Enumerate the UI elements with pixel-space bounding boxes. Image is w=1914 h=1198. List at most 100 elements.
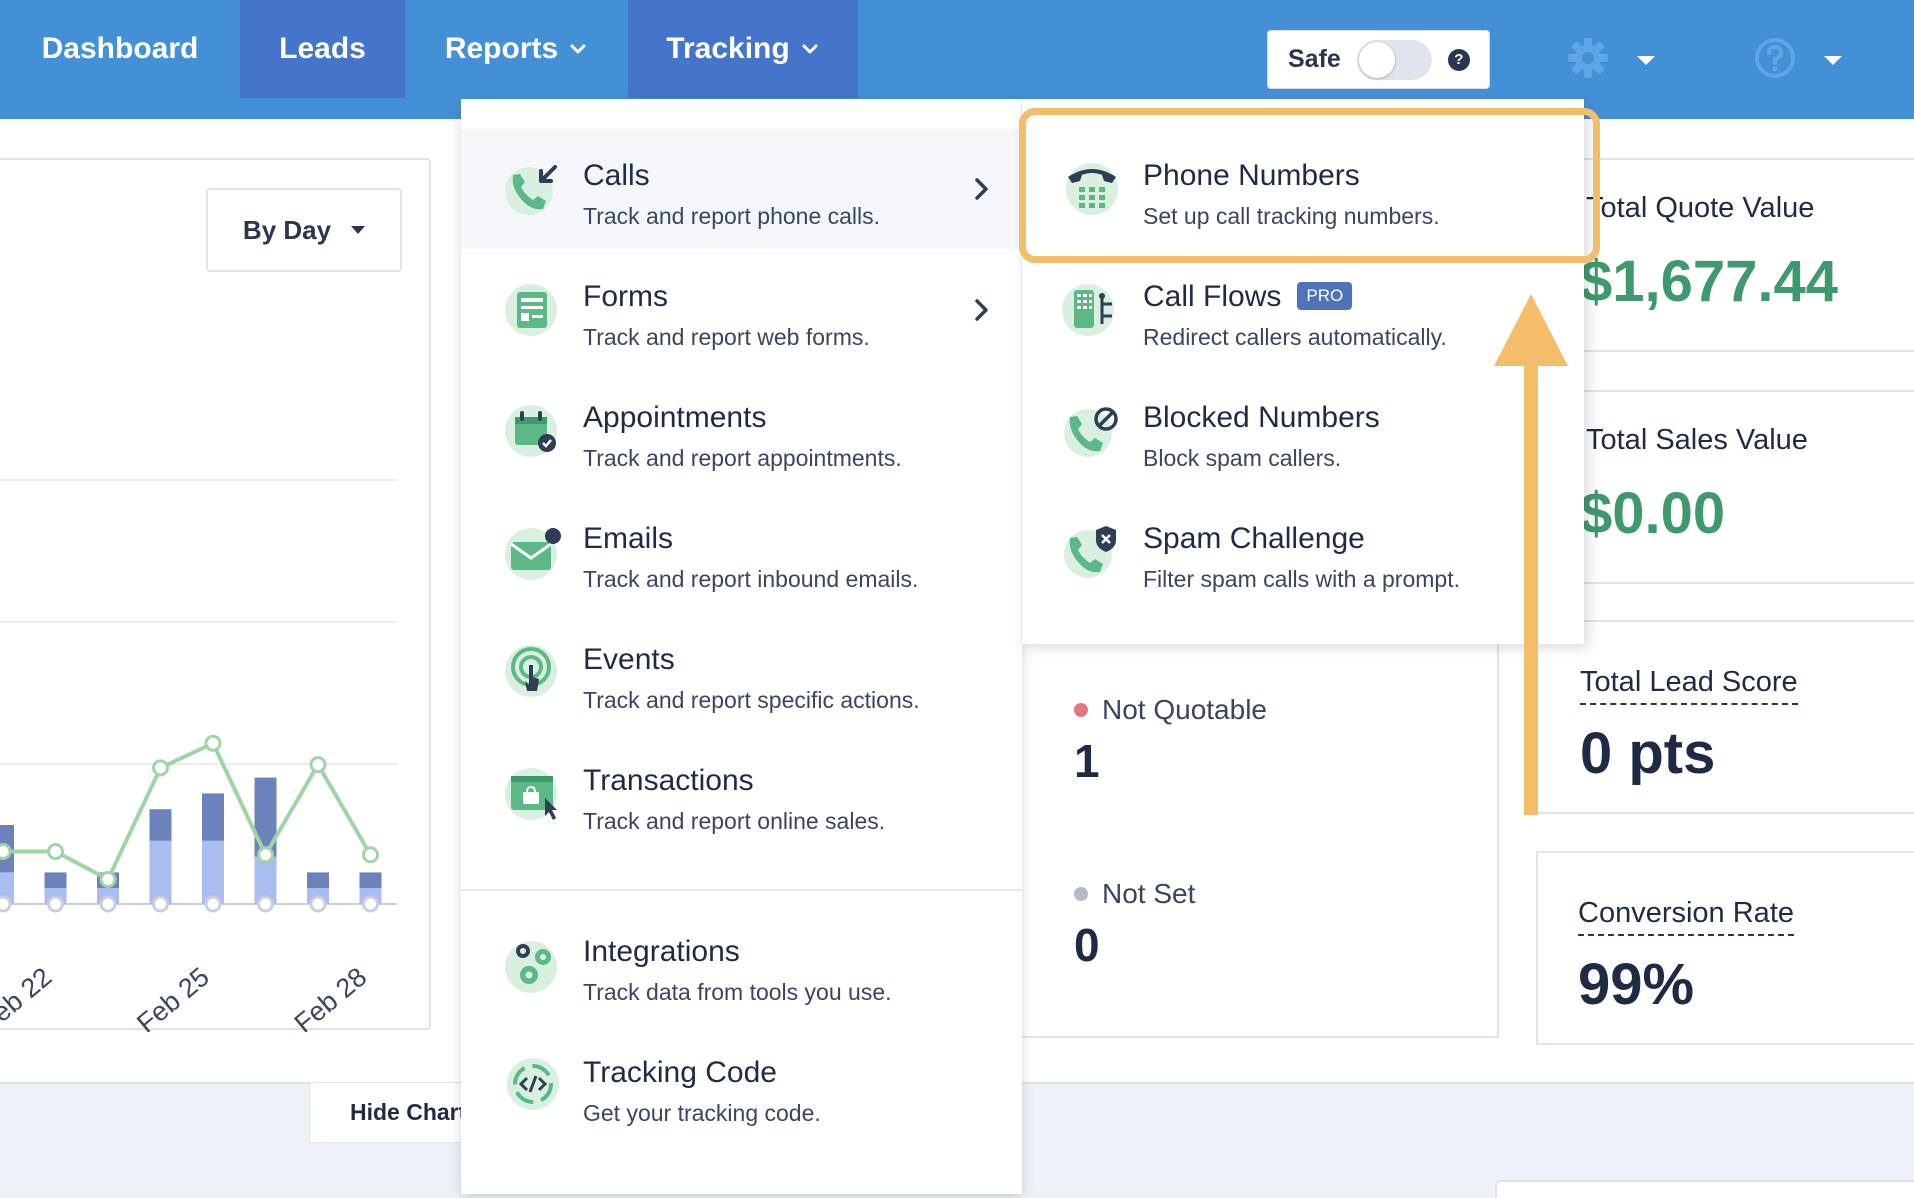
menu-item-title: Integrations: [583, 935, 740, 968]
nav-tracking[interactable]: Tracking: [628, 0, 858, 98]
pro-badge: PRO: [1297, 282, 1353, 310]
toggle-knob: [1358, 41, 1395, 78]
nav-leads-label: Leads: [279, 32, 366, 65]
envelope-icon: [505, 528, 561, 580]
arrow-up-icon: [1494, 294, 1568, 815]
nav-reports[interactable]: Reports: [405, 0, 628, 98]
menu-item-emails[interactable]: Emails Track and report inbound emails.: [461, 492, 1022, 612]
tap-target-icon: [505, 645, 557, 697]
call-flow-icon: [1062, 284, 1114, 336]
safe-mode-control: Safe ?: [1267, 30, 1490, 89]
leads-chart-card: Feb 22 Feb 25 Feb 28: [0, 158, 431, 1032]
phone-incoming-icon: [505, 165, 557, 215]
stat-value: 0 pts: [1580, 721, 1716, 786]
stat-value: $1,677.44: [1580, 249, 1839, 314]
menu-item-integrations[interactable]: Integrations Track data from tools you u…: [461, 905, 1022, 1025]
quote-label: Not Set: [1102, 878, 1196, 909]
x-tick-label: Feb 28: [289, 962, 373, 1032]
phone-blocked-icon: [1064, 407, 1118, 457]
caret-down-icon: [351, 226, 366, 234]
menu-item-subtitle: Track and report online sales.: [583, 808, 886, 834]
baseline-point: [362, 895, 379, 913]
menu-item-title: Forms: [583, 280, 668, 313]
menu-divider: [461, 889, 1022, 891]
menu-item-forms[interactable]: Forms Track and report web forms.: [461, 250, 1022, 370]
chevron-right-icon: [975, 178, 988, 200]
menu-item-title: Calls: [583, 159, 650, 192]
help-caret-icon[interactable]: [1824, 56, 1842, 65]
bar-segment-top: [44, 872, 67, 889]
safe-mode-label: Safe: [1288, 45, 1341, 73]
menu-item-tracking-code[interactable]: Tracking Code Get your tracking code.: [461, 1026, 1022, 1146]
quote-value: 0: [1074, 919, 1100, 971]
safe-mode-toggle[interactable]: [1356, 39, 1432, 80]
gear-icon[interactable]: [1566, 36, 1610, 80]
stat-value: $0.00: [1580, 481, 1726, 546]
menu-item-subtitle: Track data from tools you use.: [583, 979, 892, 1005]
baseline-point: [204, 895, 222, 913]
menu-item-title: Tracking Code: [583, 1056, 777, 1089]
hide-chart-button[interactable]: Hide Chart: [309, 1083, 469, 1143]
nav-reports-label: Reports: [444, 32, 559, 65]
quote-breakdown-card: Not Quotable 1 Not Set 0: [1020, 640, 1499, 1038]
by-day-dropdown[interactable]: By Day: [206, 188, 402, 272]
submenu-item-subtitle: Block spam callers.: [1143, 445, 1342, 471]
safe-mode-help-icon[interactable]: ?: [1447, 48, 1470, 71]
nav-dashboard[interactable]: Dashboard: [0, 0, 240, 98]
baseline-point: [0, 895, 12, 913]
trend-point: [362, 846, 379, 864]
trend-point: [204, 734, 222, 752]
trend-point: [257, 846, 274, 864]
menu-item-appointments[interactable]: Appointments Track and report appointmen…: [461, 371, 1022, 491]
settings-caret-icon[interactable]: [1637, 56, 1655, 65]
status-dot: [1074, 703, 1088, 717]
submenu-item-subtitle: Redirect callers automatically.: [1143, 324, 1447, 350]
chevron-right-icon: [975, 299, 988, 321]
hide-chart-label: Hide Chart: [350, 1099, 467, 1125]
trend-point: [47, 843, 64, 861]
shopping-bag-icon: [505, 768, 557, 820]
submenu-item-title: Spam Challenge: [1143, 522, 1365, 555]
quote-row-not-set: Not Set: [1074, 878, 1195, 910]
quote-value: 1: [1074, 735, 1100, 787]
stat-label: Total Sales Value: [1586, 424, 1808, 456]
nav-leads[interactable]: Leads: [240, 0, 405, 98]
menu-item-events[interactable]: Events Track and report specific actions…: [461, 613, 1022, 733]
phone-numbers-highlight: [1019, 108, 1600, 263]
call-flows-title: Call Flows: [1143, 280, 1282, 313]
bar-segment-top: [359, 872, 382, 889]
baseline-point: [257, 895, 274, 913]
submenu-item-subtitle: Filter spam calls with a prompt.: [1143, 566, 1460, 592]
menu-item-subtitle: Get your tracking code.: [583, 1100, 821, 1126]
stat-label[interactable]: Total Lead Score: [1580, 666, 1798, 705]
help-circle-icon[interactable]: [1753, 36, 1797, 80]
trend-point: [0, 843, 12, 861]
menu-item-calls[interactable]: Calls Track and report phone calls.: [461, 129, 1022, 249]
submenu-item-title: Call Flows PRO: [1143, 280, 1353, 314]
phone-shield-icon: [1064, 526, 1116, 578]
stat-total-lead-score: Total Lead Score 0 pts: [1536, 620, 1914, 814]
chevron-down-icon: [802, 44, 818, 54]
menu-item-subtitle: Track and report appointments.: [583, 445, 902, 471]
menu-item-subtitle: Track and report phone calls.: [583, 203, 881, 229]
form-icon: [505, 284, 557, 336]
code-icon: [507, 1058, 559, 1110]
menu-item-transactions[interactable]: Transactions Track and report online sal…: [461, 734, 1022, 854]
trend-point: [152, 759, 169, 777]
leads-chart: Feb 22 Feb 25 Feb 28: [0, 479, 397, 1032]
trend-point: [99, 870, 117, 888]
quote-label: Not Quotable: [1102, 694, 1267, 725]
bar-segment-top: [307, 872, 329, 889]
chevron-down-icon: [570, 44, 586, 54]
status-dot: [1074, 887, 1088, 901]
tracking-menu: Calls Track and report phone calls. Form…: [461, 99, 1022, 1194]
bar-segment-top: [202, 793, 224, 841]
bar-segment-top: [149, 809, 172, 841]
stat-conversion-rate: Conversion Rate 99%: [1536, 851, 1914, 1045]
trend-point: [309, 756, 327, 774]
nav-tracking-label: Tracking: [666, 32, 790, 65]
x-tick-label: Feb 25: [131, 962, 215, 1032]
stat-label: Total Quote Value: [1586, 192, 1815, 224]
stat-label[interactable]: Conversion Rate: [1578, 897, 1794, 936]
menu-item-subtitle: Track and report web forms.: [583, 324, 870, 350]
